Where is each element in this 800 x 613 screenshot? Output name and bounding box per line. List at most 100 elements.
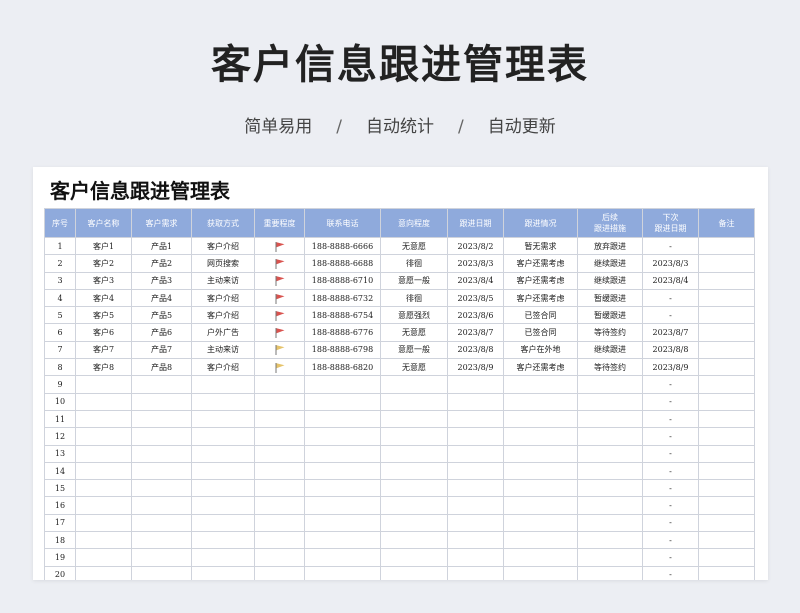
table-cell[interactable]: [577, 548, 643, 567]
table-cell[interactable]: 2023/8/7: [642, 323, 699, 342]
table-cell[interactable]: [698, 513, 755, 533]
table-cell[interactable]: 等待签约: [577, 358, 643, 377]
table-cell[interactable]: [447, 548, 504, 567]
table-cell[interactable]: 继续跟进: [577, 254, 643, 273]
table-cell[interactable]: -: [642, 461, 699, 481]
table-cell[interactable]: [698, 461, 755, 481]
table-cell[interactable]: [447, 427, 504, 446]
table-cell[interactable]: [131, 409, 192, 429]
table-cell[interactable]: [577, 531, 643, 550]
table-cell[interactable]: 19: [44, 548, 76, 567]
table-cell[interactable]: 无意愿: [380, 358, 448, 377]
table-cell[interactable]: 2023/8/2: [447, 236, 504, 256]
table-row[interactable]: 20 -: [44, 565, 755, 580]
table-cell[interactable]: 188-8888-6754: [304, 306, 381, 325]
table-cell[interactable]: 客户还需考虑: [503, 358, 578, 377]
table-cell[interactable]: 4: [44, 288, 76, 308]
table-cell[interactable]: [304, 548, 381, 567]
table-cell[interactable]: [191, 461, 255, 481]
table-cell[interactable]: 主动来访: [191, 340, 255, 360]
table-cell[interactable]: -: [642, 427, 699, 446]
table-row[interactable]: 12 -: [44, 427, 755, 446]
table-cell[interactable]: [698, 358, 755, 377]
table-cell[interactable]: -: [642, 513, 699, 533]
table-cell[interactable]: [698, 496, 755, 515]
table-cell[interactable]: 徘徊: [380, 288, 448, 308]
table-cell[interactable]: -: [642, 479, 699, 498]
column-header[interactable]: 跟进情况: [503, 208, 578, 238]
table-cell[interactable]: [75, 427, 132, 446]
table-cell[interactable]: [304, 496, 381, 515]
table-cell[interactable]: 暂缓跟进: [577, 306, 643, 325]
table-cell[interactable]: 2023/8/9: [642, 358, 699, 377]
table-cell[interactable]: 客户2: [75, 254, 132, 273]
table-cell[interactable]: [254, 271, 305, 290]
table-cell[interactable]: [304, 479, 381, 498]
table-cell[interactable]: [447, 444, 504, 463]
table-cell[interactable]: 客户还需考虑: [503, 288, 578, 308]
column-header[interactable]: 获取方式: [191, 208, 255, 238]
table-cell[interactable]: 无意愿: [380, 236, 448, 256]
table-cell[interactable]: [75, 479, 132, 498]
table-cell[interactable]: [254, 323, 305, 342]
table-cell[interactable]: 客户还需考虑: [503, 271, 578, 290]
table-cell[interactable]: [447, 565, 504, 580]
table-cell[interactable]: [131, 479, 192, 498]
table-cell[interactable]: -: [642, 531, 699, 550]
table-row[interactable]: 10 -: [44, 392, 755, 411]
table-cell[interactable]: [304, 392, 381, 411]
table-cell[interactable]: [380, 444, 448, 463]
table-cell[interactable]: [304, 427, 381, 446]
table-cell[interactable]: [577, 392, 643, 411]
table-row[interactable]: 5 客户5 产品5 客户介绍 188-8888-6754 意愿强烈 2023/8/6 已签合同…: [44, 306, 755, 325]
table-row[interactable]: 16 -: [44, 496, 755, 515]
table-cell[interactable]: [698, 271, 755, 290]
table-cell[interactable]: 客户介绍: [191, 306, 255, 325]
table-cell[interactable]: [304, 565, 381, 580]
table-cell[interactable]: [503, 427, 578, 446]
column-header[interactable]: 联系电话: [304, 208, 381, 238]
table-cell[interactable]: 产品4: [131, 288, 192, 308]
table-cell[interactable]: [380, 479, 448, 498]
table-cell[interactable]: 产品3: [131, 271, 192, 290]
table-cell[interactable]: 17: [44, 513, 76, 533]
table-cell[interactable]: [254, 513, 305, 533]
table-cell[interactable]: [698, 392, 755, 411]
table-cell[interactable]: [380, 565, 448, 580]
table-cell[interactable]: [380, 409, 448, 429]
table-cell[interactable]: [254, 479, 305, 498]
table-cell[interactable]: [304, 375, 381, 394]
table-cell[interactable]: [447, 409, 504, 429]
table-cell[interactable]: 产品5: [131, 306, 192, 325]
table-cell[interactable]: [191, 479, 255, 498]
table-cell[interactable]: 8: [44, 358, 76, 377]
table-cell[interactable]: -: [642, 444, 699, 463]
table-cell[interactable]: -: [642, 375, 699, 394]
table-cell[interactable]: [131, 496, 192, 515]
table-cell[interactable]: 继续跟进: [577, 271, 643, 290]
column-header[interactable]: 后续 跟进措施: [577, 208, 643, 238]
table-cell[interactable]: [698, 427, 755, 446]
table-cell[interactable]: [698, 565, 755, 580]
table-cell[interactable]: [131, 461, 192, 481]
table-cell[interactable]: [304, 444, 381, 463]
table-cell[interactable]: -: [642, 565, 699, 580]
table-cell[interactable]: 客户8: [75, 358, 132, 377]
table-row[interactable]: 7 客户7 产品7 主动来访 188-8888-6798 意愿一般 2023/8/8 客户在外…: [44, 340, 755, 360]
table-cell[interactable]: [577, 375, 643, 394]
table-cell[interactable]: [254, 496, 305, 515]
table-cell[interactable]: [254, 254, 305, 273]
table-cell[interactable]: 16: [44, 496, 76, 515]
column-header[interactable]: 客户需求: [131, 208, 192, 238]
table-row[interactable]: 17 -: [44, 513, 755, 533]
table-cell[interactable]: [75, 461, 132, 481]
table-cell[interactable]: [254, 548, 305, 567]
table-cell[interactable]: [503, 531, 578, 550]
table-cell[interactable]: [131, 427, 192, 446]
table-cell[interactable]: 11: [44, 409, 76, 429]
table-cell[interactable]: [577, 513, 643, 533]
table-cell[interactable]: [698, 444, 755, 463]
table-cell[interactable]: 18: [44, 531, 76, 550]
table-cell[interactable]: 继续跟进: [577, 340, 643, 360]
table-cell[interactable]: 客户在外地: [503, 340, 578, 360]
